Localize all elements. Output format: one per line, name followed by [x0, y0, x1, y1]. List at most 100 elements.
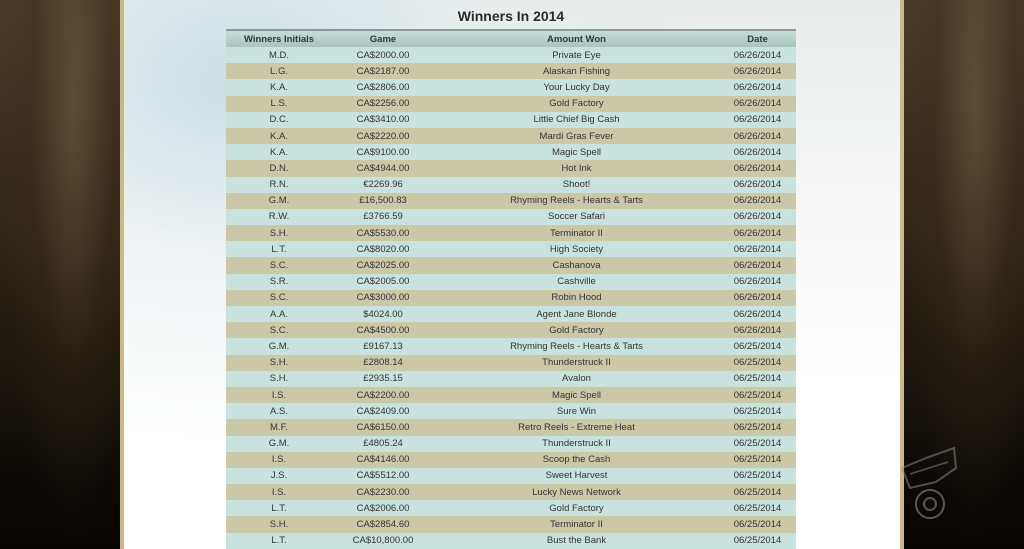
table-row: A.S. CA$2409.00 Sure Win 06/25/2014 [226, 403, 796, 420]
date-cell: 06/25/2014 [719, 354, 796, 371]
table-row: A.A. $4024.00 Agent Jane Blonde 06/26/2014 [226, 306, 796, 323]
date-cell: 06/25/2014 [719, 419, 796, 436]
date-cell: 06/26/2014 [719, 176, 796, 193]
table-row: S.C. CA$2025.00 Cashanova 06/26/2014 [226, 257, 796, 274]
column-header-initials: Winners Initials [226, 29, 332, 47]
initials-cell: A.S. [226, 403, 332, 420]
amount-cell: Your Lucky Day [434, 79, 719, 96]
game-cell: £16,500.83 [332, 192, 434, 209]
game-cell: CA$2187.00 [332, 63, 434, 80]
initials-cell: S.C. [226, 322, 332, 339]
table-row: K.A. CA$9100.00 Magic Spell 06/26/2014 [226, 144, 796, 161]
amount-cell: Robin Hood [434, 289, 719, 306]
date-cell: 06/26/2014 [719, 225, 796, 242]
game-cell: CA$3410.00 [332, 111, 434, 128]
game-cell: CA$5512.00 [332, 467, 434, 485]
table-row: S.H. CA$5530.00 Terminator II 06/26/2014 [226, 225, 796, 242]
table-row: G.M. £16,500.83 Rhyming Reels - Hearts & T… [226, 192, 796, 209]
amount-cell: Sure Win [434, 403, 719, 420]
date-cell: 06/26/2014 [719, 111, 796, 128]
amount-cell: Magic Spell [434, 144, 719, 161]
amount-cell: Terminator II [434, 225, 719, 242]
game-cell: CA$2256.00 [332, 95, 434, 112]
date-cell: 06/25/2014 [719, 386, 796, 404]
game-cell: CA$2230.00 [332, 484, 434, 501]
left-background-panel [0, 0, 122, 549]
game-cell: CA$2025.00 [332, 257, 434, 274]
game-cell: CA$2006.00 [332, 500, 434, 517]
date-cell: 06/26/2014 [719, 192, 796, 209]
date-cell: 06/26/2014 [719, 95, 796, 112]
table-row: L.T. CA$2006.00 Gold Factory 06/25/2014 [226, 500, 796, 517]
table-row: S.H. £2808.14 Thunderstruck II 06/25/2014 [226, 354, 796, 371]
initials-cell: L.T. [226, 500, 332, 517]
date-cell: 06/26/2014 [719, 160, 796, 177]
game-cell: CA$2854.60 [332, 516, 434, 533]
initials-cell: K.A. [226, 79, 332, 96]
game-cell: CA$4500.00 [332, 322, 434, 339]
initials-cell: S.R. [226, 273, 332, 290]
table-row: K.A. CA$2220.00 Mardi Gras Fever 06/26/2014 [226, 127, 796, 145]
game-cell: CA$6150.00 [332, 419, 434, 436]
initials-cell: L.S. [226, 95, 332, 112]
date-cell: 06/26/2014 [719, 79, 796, 96]
table-row: S.C. CA$3000.00 Robin Hood 06/26/2014 [226, 289, 796, 306]
table-row: I.S. CA$4146.00 Scoop the Cash 06/25/2014 [226, 451, 796, 468]
initials-cell: I.S. [226, 386, 332, 404]
table-row: S.C. CA$4500.00 Gold Factory 06/26/2014 [226, 322, 796, 339]
initials-cell: S.C. [226, 289, 332, 306]
table-row: I.S. CA$2230.00 Lucky News Network 06/25/20… [226, 484, 796, 501]
game-cell: CA$2000.00 [332, 47, 434, 64]
amount-cell: Hot Ink [434, 160, 719, 177]
table-row: R.W. £3766.59 Soccer Safari 06/26/2014 [226, 208, 796, 226]
table-row: K.A. CA$2806.00 Your Lucky Day 06/26/2014 [226, 79, 796, 96]
amount-cell: Rhyming Reels - Hearts & Tarts [434, 338, 719, 355]
ornament-icon [900, 446, 958, 519]
table-row: R.N. €2269.96 Shoot! 06/26/2014 [226, 176, 796, 193]
initials-cell: S.H. [226, 516, 332, 533]
amount-cell: Private Eye [434, 47, 719, 64]
table-row: G.M. £9167.13 Rhyming Reels - Hearts & Tar… [226, 338, 796, 355]
table-row: L.S. CA$2256.00 Gold Factory 06/26/2014 [226, 95, 796, 112]
amount-cell: Mardi Gras Fever [434, 127, 719, 145]
initials-cell: K.A. [226, 144, 332, 161]
game-cell: £3766.59 [332, 208, 434, 226]
game-cell: CA$2806.00 [332, 79, 434, 96]
initials-cell: A.A. [226, 306, 332, 323]
date-cell: 06/25/2014 [719, 338, 796, 355]
game-cell: £9167.13 [332, 338, 434, 355]
amount-cell: Scoop the Cash [434, 451, 719, 468]
amount-cell: Alaskan Fishing [434, 63, 719, 80]
initials-cell: L.T. [226, 241, 332, 258]
amount-cell: Gold Factory [434, 500, 719, 517]
initials-cell: I.S. [226, 484, 332, 501]
column-header-game: Game [332, 29, 434, 47]
left-border [120, 0, 124, 549]
amount-cell: Thunderstruck II [434, 354, 719, 371]
date-cell: 06/25/2014 [719, 451, 796, 468]
game-cell: CA$2200.00 [332, 386, 434, 404]
initials-cell: R.W. [226, 208, 332, 226]
table-row: I.S. CA$2200.00 Magic Spell 06/25/2014 [226, 386, 796, 404]
game-cell: CA$2220.00 [332, 127, 434, 145]
column-header-amount: Amount Won [434, 29, 719, 47]
date-cell: 06/26/2014 [719, 144, 796, 161]
date-cell: 06/25/2014 [719, 435, 796, 452]
amount-cell: Thunderstruck II [434, 435, 719, 452]
amount-cell: Gold Factory [434, 322, 719, 339]
column-header-date: Date [719, 29, 796, 47]
initials-cell: S.H. [226, 354, 332, 371]
date-cell: 06/26/2014 [719, 289, 796, 306]
amount-cell: Cashville [434, 273, 719, 290]
date-cell: 06/25/2014 [719, 516, 796, 533]
date-cell: 06/25/2014 [719, 467, 796, 485]
table-row: D.C. CA$3410.00 Little Chief Big Cash 06/26… [226, 111, 796, 128]
amount-cell: Agent Jane Blonde [434, 306, 719, 323]
amount-cell: Bust the Bank [434, 532, 719, 549]
game-cell: CA$2005.00 [332, 273, 434, 290]
initials-cell: G.M. [226, 192, 332, 209]
amount-cell: Retro Reels - Extreme Heat [434, 419, 719, 436]
initials-cell: D.C. [226, 111, 332, 128]
date-cell: 06/26/2014 [719, 241, 796, 258]
amount-cell: Cashanova [434, 257, 719, 274]
